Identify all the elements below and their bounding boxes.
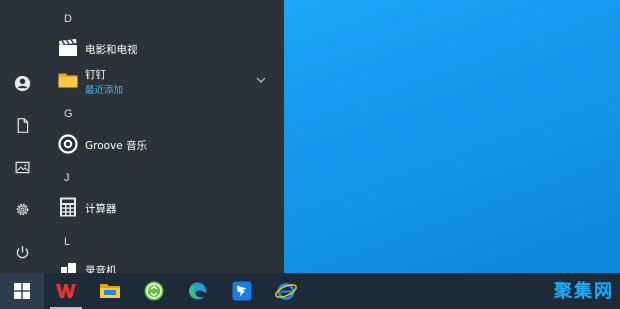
groove-music-icon bbox=[57, 133, 79, 155]
start-menu: D 电影和电视 钉钉 最近添加 G Groove 音乐 J 计算器 L 录音机 bbox=[0, 0, 284, 277]
internet-explorer-icon bbox=[275, 283, 297, 300]
taskbar-internet-explorer[interactable] bbox=[264, 273, 308, 309]
taskbar-edge[interactable] bbox=[176, 273, 220, 309]
app-label: 钉钉 bbox=[85, 69, 106, 81]
edge-icon bbox=[189, 282, 207, 300]
document-icon bbox=[17, 117, 28, 133]
start-menu-rail bbox=[0, 0, 44, 273]
start-button[interactable] bbox=[0, 273, 44, 309]
taskbar-dingtalk[interactable] bbox=[220, 273, 264, 309]
documents-button[interactable] bbox=[0, 105, 44, 145]
clapperboard-icon bbox=[57, 37, 79, 59]
app-item-dingtalk[interactable]: 钉钉 最近添加 bbox=[44, 62, 276, 98]
power-button[interactable] bbox=[0, 232, 44, 272]
app-item-movies-tv[interactable]: 电影和电视 bbox=[44, 30, 276, 66]
taskbar-wps-office[interactable] bbox=[44, 273, 88, 309]
chevron-down-icon[interactable] bbox=[256, 76, 266, 84]
file-explorer-icon bbox=[100, 284, 120, 298]
folder-icon bbox=[57, 69, 79, 91]
wps-office-icon bbox=[56, 284, 76, 298]
taskbar-file-explorer[interactable] bbox=[88, 273, 132, 309]
dingtalk-icon bbox=[232, 281, 252, 301]
calculator-icon bbox=[57, 196, 79, 218]
app-label: Groove 音乐 bbox=[85, 140, 148, 152]
app-label: 计算器 bbox=[85, 203, 117, 215]
taskbar: 聚集网 bbox=[0, 273, 620, 309]
user-account-button[interactable] bbox=[0, 63, 44, 103]
user-avatar-icon bbox=[14, 75, 30, 91]
windows-start-icon bbox=[14, 283, 30, 299]
app-item-calculator[interactable]: 计算器 bbox=[44, 189, 276, 225]
settings-button[interactable] bbox=[0, 189, 44, 229]
app-item-groove-music[interactable]: Groove 音乐 bbox=[44, 126, 276, 162]
settings-gear-icon bbox=[16, 203, 28, 215]
watermark-logo: 聚集网 bbox=[554, 281, 614, 302]
app-list: D 电影和电视 钉钉 最近添加 G Groove 音乐 J 计算器 L 录音机 bbox=[44, 0, 284, 277]
green-app-icon bbox=[144, 281, 164, 301]
pictures-icon bbox=[15, 161, 29, 173]
recently-added-label: 最近添加 bbox=[85, 85, 124, 96]
pictures-button[interactable] bbox=[0, 147, 44, 187]
power-icon bbox=[16, 245, 28, 258]
group-letter-d[interactable]: D bbox=[64, 13, 72, 25]
group-letter-j[interactable]: J bbox=[64, 172, 70, 184]
app-label: 电影和电视 bbox=[85, 44, 138, 56]
group-letter-g[interactable]: G bbox=[64, 108, 73, 120]
taskbar-green-app[interactable] bbox=[132, 273, 176, 309]
group-letter-l[interactable]: L bbox=[64, 236, 70, 248]
